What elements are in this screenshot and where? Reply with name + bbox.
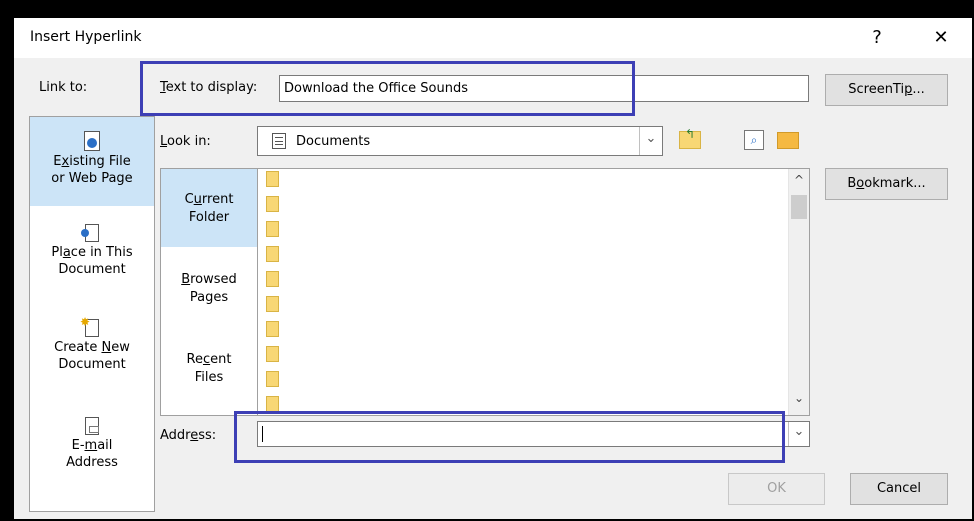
insert-hyperlink-dialog: Insert Hyperlink ? ✕ Link to: Text to di… [14, 18, 972, 519]
screentip-button[interactable]: ScreenTip... [825, 74, 948, 106]
current-folder-label-1: Current [184, 192, 234, 207]
nav-current-folder[interactable]: Current Folder [161, 169, 257, 247]
up-folder-icon[interactable]: ↰ [676, 128, 704, 152]
scroll-thumb[interactable] [791, 195, 807, 219]
web-file-icon [84, 131, 100, 151]
documents-icon [272, 133, 286, 149]
bookmark-button[interactable]: Bookmark... [825, 168, 948, 200]
create-new-label-1: Create New [54, 340, 130, 355]
nav-recent-files[interactable]: Recent Files [161, 329, 257, 409]
place-in-document-label-2: Document [58, 262, 126, 277]
file-list-scrollbar[interactable]: ^ ⌄ [788, 169, 809, 415]
address-field[interactable]: ⌄ [257, 421, 810, 447]
ok-button[interactable]: OK [728, 473, 825, 505]
browse-folder-icon[interactable] [774, 128, 802, 152]
browse-web-icon[interactable]: ⌕ [740, 128, 768, 152]
help-button[interactable]: ? [862, 27, 892, 48]
link-to-label: Link to: [39, 80, 88, 95]
browsed-pages-label-1: Browsed [181, 272, 237, 287]
place-in-document-icon [81, 224, 99, 242]
folder-icon[interactable] [266, 271, 279, 287]
place-in-document-label-1: Place in This [51, 245, 133, 260]
email-icon [85, 417, 99, 435]
folder-icon[interactable] [266, 321, 279, 337]
link-to-create-new-document[interactable]: ✸ Create New Document [30, 313, 154, 398]
folder-icon[interactable] [266, 246, 279, 262]
browsed-pages-label-2: Pages [189, 290, 229, 305]
link-to-email-address[interactable]: E-mail Address [30, 411, 154, 501]
text-to-display-value: Download the Office Sounds [284, 81, 469, 96]
email-label-2: Address [66, 455, 118, 470]
cancel-button[interactable]: Cancel [850, 473, 948, 505]
create-new-label-2: Document [58, 357, 126, 372]
link-to-sidebar: Existing File or Web Page Place in This … [29, 116, 155, 512]
screentip-button-label: ScreenTip... [848, 82, 925, 97]
text-cursor [262, 426, 263, 442]
existing-file-label-1: Existing File [53, 154, 131, 169]
link-to-place-in-document[interactable]: Place in This Document [30, 218, 154, 303]
folder-icon[interactable] [266, 396, 279, 412]
dialog-title: Insert Hyperlink [30, 29, 142, 45]
recent-files-label-1: Recent [186, 352, 232, 367]
folder-icon[interactable] [266, 296, 279, 312]
close-button[interactable]: ✕ [926, 27, 956, 48]
folder-icon[interactable] [266, 346, 279, 362]
folder-icon[interactable] [266, 196, 279, 212]
email-label-1: E-mail [71, 438, 113, 453]
address-label: Address: [160, 428, 217, 443]
scroll-down-arrow[interactable]: ⌄ [789, 391, 809, 405]
link-to-existing-file[interactable]: Existing File or Web Page [30, 117, 154, 206]
text-to-display-field[interactable]: Download the Office Sounds [279, 75, 809, 102]
look-in-value: Documents [296, 134, 371, 149]
look-in-dropdown-arrow[interactable]: ⌄ [639, 127, 662, 155]
current-folder-label-2: Folder [188, 210, 230, 225]
file-list[interactable]: ^ ⌄ [257, 168, 810, 416]
recent-files-label-2: Files [194, 370, 224, 385]
look-in-label: Look in: [160, 134, 211, 149]
folder-view-nav: Current Folder Browsed Pages Recent File… [160, 168, 258, 416]
bookmark-button-label: Bookmark... [847, 176, 926, 191]
address-dropdown-arrow[interactable]: ⌄ [788, 422, 809, 446]
existing-file-label-2: or Web Page [51, 171, 133, 186]
look-in-dropdown[interactable]: Documents ⌄ [257, 126, 663, 156]
folder-icon[interactable] [266, 171, 279, 187]
scroll-up-arrow[interactable]: ^ [789, 173, 809, 187]
new-document-icon: ✸ [80, 316, 99, 337]
title-bar: Insert Hyperlink ? ✕ [14, 18, 972, 58]
nav-browsed-pages[interactable]: Browsed Pages [161, 249, 257, 329]
text-to-display-label: Text to display: [160, 80, 258, 95]
folder-icon[interactable] [266, 371, 279, 387]
folder-icon[interactable] [266, 221, 279, 237]
